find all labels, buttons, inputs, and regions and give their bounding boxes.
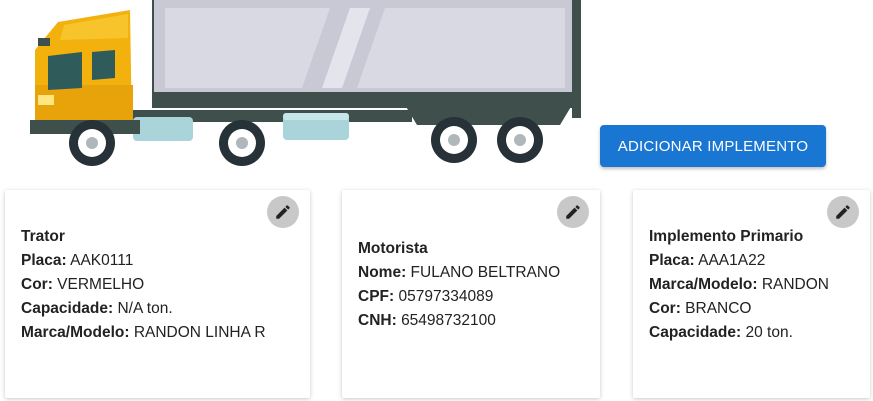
pencil-icon: [566, 205, 580, 219]
field-brand-model: Marca/Modelo: RANDON: [649, 276, 829, 293]
field-brand-model: Marca/Modelo: RANDON LINHA R: [21, 324, 266, 341]
field-cpf: CPF: 05797334089: [358, 288, 494, 305]
edit-driver-button[interactable]: [557, 196, 589, 228]
driver-details: Motorista Nome: FULANO BELTRANO CPF: 057…: [358, 237, 560, 333]
add-implement-button[interactable]: ADICIONAR IMPLEMENTO: [600, 125, 826, 167]
card-title: Trator: [21, 228, 65, 245]
field-color: Cor: VERMELHO: [21, 276, 145, 293]
tractor-card: Trator Placa: AAK0111 Cor: VERMELHO Capa…: [5, 190, 310, 398]
field-plate: Placa: AAA1A22: [649, 252, 766, 269]
driver-card: Motorista Nome: FULANO BELTRANO CPF: 057…: [342, 190, 600, 398]
field-plate: Placa: AAK0111: [21, 252, 134, 269]
truck-illustration: [30, 0, 581, 166]
implement-card: Implemento Primario Placa: AAA1A22 Marca…: [633, 190, 870, 398]
tractor-details: Trator Placa: AAK0111 Cor: VERMELHO Capa…: [21, 225, 266, 345]
card-title: Motorista: [358, 240, 428, 257]
implement-details: Implemento Primario Placa: AAA1A22 Marca…: [649, 225, 829, 345]
field-name: Nome: FULANO BELTRANO: [358, 264, 561, 281]
pencil-icon: [836, 205, 850, 219]
field-capacity: Capacidade: N/A ton.: [21, 300, 173, 317]
field-cnh: CNH: 65498732100: [358, 312, 496, 329]
field-capacity: Capacidade: 20 ton.: [649, 324, 793, 341]
edit-implement-button[interactable]: [827, 196, 859, 228]
card-title: Implemento Primario: [649, 228, 804, 245]
edit-tractor-button[interactable]: [267, 196, 299, 228]
pencil-icon: [276, 205, 290, 219]
field-color: Cor: BRANCO: [649, 300, 752, 317]
